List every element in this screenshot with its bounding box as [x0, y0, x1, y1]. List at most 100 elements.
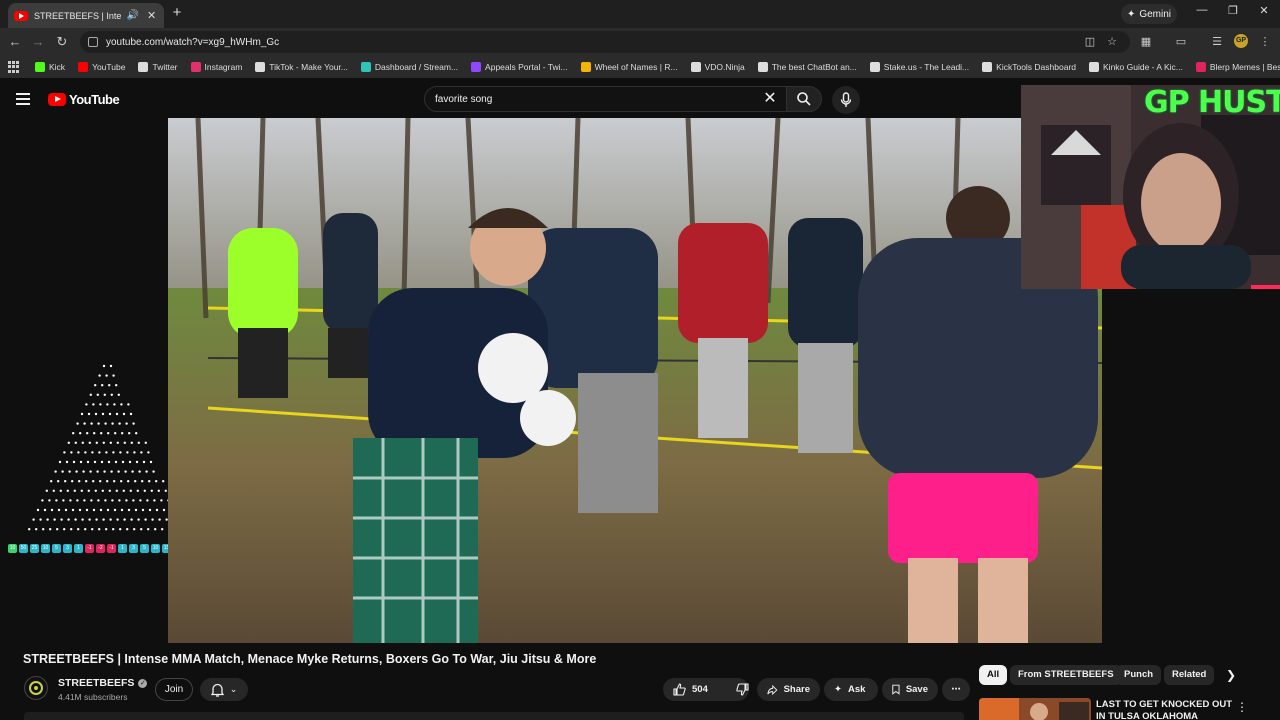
minimize-icon[interactable]: — — [1192, 4, 1212, 16]
more-vertical-icon[interactable]: ⋮ — [1236, 700, 1248, 714]
chip-all[interactable]: All — [979, 665, 1008, 685]
bookmark-favicon-icon — [757, 62, 768, 72]
dot-pattern-overlay — [28, 364, 173, 531]
back-icon[interactable]: ← — [6, 33, 24, 51]
youtube-favicon-icon — [14, 10, 28, 21]
chrome-menu-icon[interactable]: ⋮ — [1256, 33, 1274, 51]
extensions-icon[interactable]: ▦ — [1137, 33, 1155, 51]
microphone-icon — [840, 92, 852, 107]
install-app-icon[interactable]: ◫ — [1081, 33, 1099, 51]
search-button[interactable] — [786, 86, 822, 112]
cast-icon[interactable]: ▭ — [1172, 33, 1190, 51]
share-button[interactable]: Share — [757, 678, 820, 701]
search-query: favorite song — [435, 93, 493, 105]
emote-chip: 5 — [52, 544, 61, 553]
speaker-icon[interactable]: 🔊 — [127, 10, 139, 21]
verified-check-icon: ✓ — [138, 678, 148, 688]
bookmark-label: Stake.us - The Leadi... — [883, 62, 970, 72]
channel-name-text: STREETBEEFS — [58, 677, 135, 689]
bookmark-favicon-icon — [78, 62, 89, 72]
tab-close-icon[interactable]: ✕ — [145, 9, 158, 22]
emote-chip: 1 — [118, 544, 127, 553]
bookmark-favicon-icon — [982, 62, 993, 72]
bookmark-item[interactable]: Twitter — [138, 62, 178, 72]
save-button[interactable]: Save — [882, 678, 938, 701]
gemini-button[interactable]: ✦ Gemini — [1121, 4, 1177, 24]
chip-punch[interactable]: Punch — [1116, 665, 1162, 685]
sparkle-ask-icon: ✦ — [834, 684, 842, 695]
bell-icon — [210, 683, 224, 697]
bookmark-label: Kick — [49, 62, 66, 72]
bookmark-save-icon — [892, 684, 900, 695]
chip-from-streetbeefs[interactable]: From STREETBEEFS — [1010, 665, 1122, 685]
channel-name[interactable]: STREETBEEFS ✓ — [58, 677, 148, 689]
restore-icon[interactable]: ❐ — [1223, 4, 1243, 17]
bookmark-item[interactable]: Kinko Guide - A Kic... — [1089, 62, 1183, 72]
thumbnail-image — [979, 698, 1091, 720]
dislike-button[interactable] — [728, 678, 757, 701]
emote-chip: -1 — [85, 544, 94, 553]
url-text: youtube.com/watch?v=xg9_hWHm_Gc — [106, 36, 280, 48]
bookmark-favicon-icon — [138, 62, 149, 72]
media-control-icon[interactable]: ☰ — [1208, 33, 1226, 51]
window-close-icon[interactable]: ✕ — [1254, 4, 1274, 17]
bookmark-item[interactable]: Wheel of Names | R... — [580, 62, 678, 72]
recommended-title[interactable]: LAST TO GET KNOCKED OUT IN TULSA OKLAHOM… — [1096, 699, 1234, 720]
chevron-down-icon: ⌄ — [229, 684, 238, 694]
bookmark-item[interactable]: Dashboard / Stream... — [360, 62, 458, 72]
browser-tab-active[interactable]: STREETBEEFS | Intense MMA 🔊 ✕ — [8, 3, 164, 28]
ask-label: Ask — [847, 684, 866, 695]
description-panel-edge — [24, 712, 964, 720]
bookmark-item[interactable]: VDO.Ninja — [690, 62, 745, 72]
address-bar[interactable]: youtube.com/watch?v=xg9_hWHm_Gc — [80, 31, 1130, 53]
channel-avatar[interactable] — [24, 676, 48, 700]
voice-search-button[interactable] — [832, 86, 860, 114]
notification-bell-button[interactable]: ⌄ — [200, 678, 248, 701]
search-input[interactable]: favorite song — [424, 86, 786, 112]
bookmark-item[interactable]: Appeals Portal - Twi... — [471, 62, 568, 72]
bookmark-star-icon[interactable]: ☆ — [1103, 33, 1121, 51]
youtube-logo[interactable]: YouTube — [48, 92, 120, 107]
bookmark-favicon-icon — [1195, 62, 1206, 72]
ask-button[interactable]: ✦ Ask — [824, 678, 878, 701]
bookmark-item[interactable]: YouTube — [78, 62, 125, 72]
bookmark-item[interactable]: Blerp Memes | Best... — [1195, 62, 1280, 72]
bookmark-item[interactable]: Kick — [35, 62, 65, 72]
clear-search-icon[interactable]: ✕ — [760, 89, 780, 109]
video-frame — [168, 118, 1102, 643]
bookmark-item[interactable]: The best ChatBot an... — [757, 62, 857, 72]
more-actions-button[interactable]: ⋯ — [942, 678, 970, 701]
apps-grid-icon[interactable] — [8, 61, 19, 73]
channel-logo-icon — [29, 681, 43, 695]
menu-icon[interactable] — [16, 93, 30, 105]
like-count: 504 — [692, 684, 708, 695]
join-button[interactable]: Join — [155, 678, 193, 701]
bookmark-favicon-icon — [255, 62, 266, 72]
bookmark-item[interactable]: Stake.us - The Leadi... — [869, 62, 970, 72]
thumbs-down-icon — [736, 683, 749, 696]
forward-icon[interactable]: → — [29, 33, 47, 51]
emote-chip: 25 — [30, 544, 39, 553]
emote-chip: -2 — [96, 544, 105, 553]
bookmark-item[interactable]: Instagram — [190, 62, 242, 72]
reload-icon[interactable]: ↻ — [53, 33, 71, 51]
bookmark-label: Wheel of Names | R... — [594, 62, 678, 72]
emote-chip: 3 — [129, 544, 138, 553]
recommended-thumbnail[interactable] — [979, 698, 1091, 720]
chevron-right-icon[interactable]: ❯ — [1222, 666, 1240, 684]
like-button[interactable]: 504 — [663, 678, 716, 701]
profile-avatar[interactable]: GP — [1234, 34, 1248, 48]
chip-related[interactable]: Related — [1164, 665, 1215, 685]
more-horizontal-icon: ⋯ — [951, 684, 961, 695]
new-tab-button[interactable]: + — [168, 4, 186, 22]
bookmark-favicon-icon — [1089, 62, 1100, 72]
bookmark-item[interactable]: KickTools Dashboard — [982, 62, 1076, 72]
bookmark-label: KickTools Dashboard — [996, 62, 1077, 72]
site-info-icon[interactable] — [88, 37, 98, 47]
bookmark-label: VDO.Ninja — [704, 62, 745, 72]
bookmark-label: TikTok - Make Your... — [269, 62, 348, 72]
emote-chip: 50 — [19, 544, 28, 553]
bookmark-item[interactable]: TikTok - Make Your... — [255, 62, 348, 72]
emote-chip: 10 — [8, 544, 17, 553]
video-player[interactable] — [168, 118, 1102, 643]
